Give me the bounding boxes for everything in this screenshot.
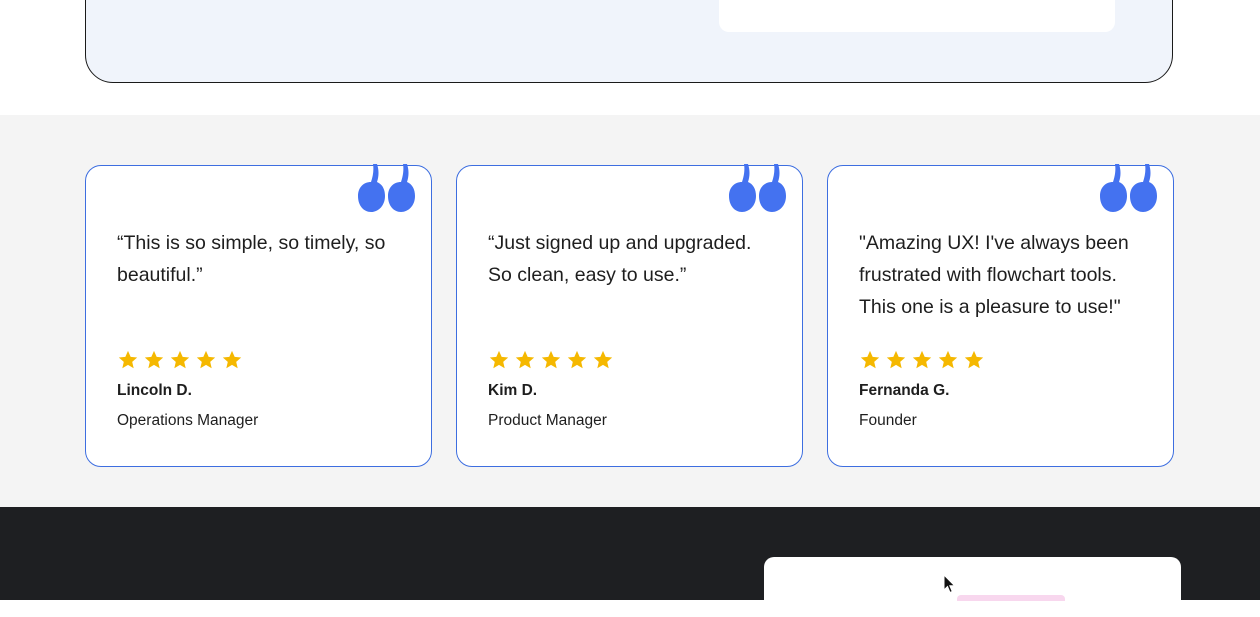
testimonial-quote: “Just signed up and upgraded. So clean, … [488, 232, 752, 286]
dark-section [0, 507, 1260, 617]
reviewer-role: Operations Manager [117, 412, 259, 429]
quote-icon [1100, 164, 1157, 212]
star-icon [886, 350, 906, 369]
star-icon [118, 350, 138, 369]
reviewer-role: Product Manager [488, 412, 607, 429]
reviewer-name: Kim D. [488, 382, 538, 399]
testimonial-quote: “This is so simple, so timely, so beauti… [117, 232, 386, 286]
star-icon [860, 350, 880, 369]
testimonial-quote: "Amazing UX! I've always been frustrated… [859, 232, 1129, 318]
testimonials-section: “This is so simple, so timely, so beauti… [0, 115, 1260, 507]
star-icon [567, 350, 587, 369]
reviewer-name: Fernanda G. [859, 382, 950, 399]
quote-icon [729, 164, 786, 212]
star-rating [488, 349, 614, 371]
star-icon [964, 350, 984, 369]
quote-icon [358, 164, 415, 212]
star-icon [938, 350, 958, 369]
star-icon [593, 350, 613, 369]
hero-section [0, 0, 1260, 115]
star-rating [859, 349, 985, 371]
pink-strip [957, 595, 1065, 601]
star-icon [912, 350, 932, 369]
hero-panel [85, 0, 1173, 83]
star-icon [489, 350, 509, 369]
star-icon [515, 350, 535, 369]
star-rating [117, 349, 243, 371]
reviewer-name: Lincoln D. [117, 382, 192, 399]
star-icon [541, 350, 561, 369]
star-icon [170, 350, 190, 369]
testimonial-card: "Amazing UX! I've always been frustrated… [827, 164, 1174, 467]
star-icon [196, 350, 216, 369]
dark-section-card [764, 557, 1181, 617]
star-icon [144, 350, 164, 369]
reviewer-role: Founder [859, 412, 917, 429]
testimonial-card: “Just signed up and upgraded. So clean, … [456, 164, 803, 467]
hero-inner-card [719, 0, 1115, 32]
star-icon [222, 350, 242, 369]
mouse-cursor-icon [943, 574, 956, 594]
testimonial-card: “This is so simple, so timely, so beauti… [85, 164, 432, 467]
